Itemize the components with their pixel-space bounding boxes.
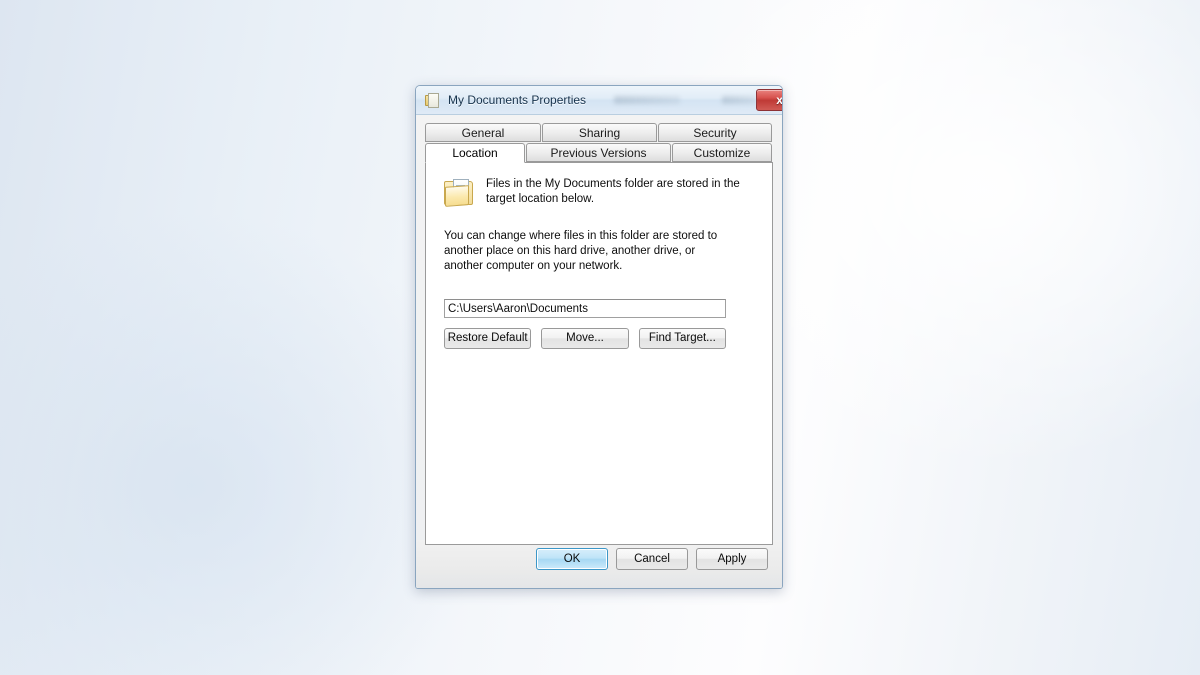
location-description-block: Files in the My Documents folder are sto…	[444, 177, 754, 207]
tab-general[interactable]: General	[425, 123, 541, 142]
tab-strip: General Sharing Security Location Previo…	[425, 123, 773, 163]
restore-default-button[interactable]: Restore Default	[444, 328, 532, 349]
title-bar[interactable]: My Documents Properties x	[416, 86, 782, 115]
tab-location[interactable]: Location	[425, 143, 525, 163]
dialog-body: General Sharing Security Location Previo…	[416, 115, 782, 588]
folder-document-icon	[425, 92, 441, 108]
title-bar-blurred-artifact	[614, 96, 757, 104]
close-icon[interactable]: x	[756, 89, 782, 111]
tab-customize[interactable]: Customize	[672, 143, 772, 162]
tab-sharing[interactable]: Sharing	[542, 123, 657, 142]
ok-button[interactable]: OK	[536, 548, 608, 570]
cancel-button[interactable]: Cancel	[616, 548, 688, 570]
location-explanation-text: You can change where files in this folde…	[444, 230, 718, 272]
location-description-text: Files in the My Documents folder are sto…	[486, 178, 740, 205]
properties-dialog: My Documents Properties x General Sharin…	[415, 85, 783, 589]
tab-previous-versions[interactable]: Previous Versions	[526, 143, 671, 162]
desktop-background: My Documents Properties x General Sharin…	[0, 0, 1200, 675]
location-action-buttons: Restore Default Move... Find Target...	[444, 328, 726, 349]
open-folder-icon	[444, 178, 474, 207]
dialog-footer: OK Cancel Apply	[416, 540, 782, 588]
tab-row-upper: General Sharing Security	[425, 123, 773, 142]
apply-button[interactable]: Apply	[696, 548, 768, 570]
target-path-input[interactable]	[444, 299, 726, 318]
window-title: My Documents Properties	[448, 93, 587, 107]
move-button[interactable]: Move...	[541, 328, 629, 349]
find-target-button[interactable]: Find Target...	[638, 328, 726, 349]
location-tab-panel: Files in the My Documents folder are sto…	[425, 162, 773, 545]
tab-security[interactable]: Security	[658, 123, 772, 142]
tab-row-lower: Location Previous Versions Customize	[425, 143, 773, 163]
